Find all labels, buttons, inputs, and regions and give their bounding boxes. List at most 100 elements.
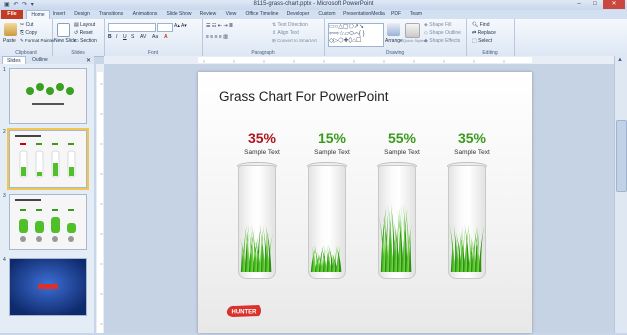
section-label: Section xyxy=(80,38,97,44)
convert-smartart-button[interactable]: ⊞ Convert to SmartArt xyxy=(272,38,317,44)
svg-text:HUNTER: HUNTER xyxy=(232,310,258,316)
quick-styles-button[interactable]: Quick Styles xyxy=(403,38,425,43)
font-name-combo[interactable] xyxy=(108,23,156,32)
align-text-button[interactable]: ⇕ Align Text xyxy=(272,30,299,36)
slide-thumbnail-1[interactable] xyxy=(9,68,87,124)
grass-clump-4 xyxy=(449,223,485,272)
tab-animations[interactable]: Animations xyxy=(130,10,160,19)
shapes-gallery[interactable]: ▭○△▢⬠↗↘ ⇦⇨☆▱⬭⌒{ } ◇▷⬡✚⬯⌂☐ xyxy=(328,23,384,47)
tab-review[interactable]: Review xyxy=(198,10,218,19)
reset-button[interactable]: ↺ Reset xyxy=(74,30,93,36)
horizontal-ruler-ticks xyxy=(198,57,532,63)
maximize-button[interactable]: □ xyxy=(587,0,603,9)
close-button[interactable]: ✕ xyxy=(603,0,625,9)
clipboard-group: Paste ✂ Cut ⎘ Copy ✎ Format Painter Clip… xyxy=(0,19,55,56)
format-painter-button[interactable]: ✎ Format Painter xyxy=(20,38,55,44)
font-color-button[interactable]: A xyxy=(164,34,168,40)
tab-insert[interactable]: Insert xyxy=(50,10,68,19)
copy-button[interactable]: ⎘ Copy xyxy=(20,30,37,36)
paste-icon[interactable] xyxy=(4,23,17,36)
shape-fill-button[interactable]: ◈ Shape Fill xyxy=(424,22,451,28)
convert-smartart-label: Convert to SmartArt xyxy=(277,38,317,43)
window-controls: – □ ✕ xyxy=(571,0,625,9)
align-buttons[interactable]: ≡ ≡ ≡ ≡ ▥ xyxy=(206,34,228,40)
thumbnail-3-preview xyxy=(10,195,86,249)
grass-clump-1 xyxy=(239,223,274,272)
tab-outline[interactable]: Outline xyxy=(28,56,52,64)
tab-transitions[interactable]: Transitions xyxy=(96,10,126,19)
italic-button[interactable]: I xyxy=(116,34,117,40)
slides-panel: 1 2 3 4 xyxy=(0,64,94,333)
hunter-logo: HUNTER xyxy=(225,304,263,318)
find-label: Find xyxy=(479,22,490,28)
strikethrough-button[interactable]: S xyxy=(131,34,134,40)
vertical-ruler-ticks xyxy=(97,72,103,333)
slide-thumbnail-4[interactable] xyxy=(9,258,87,316)
grow-font-button[interactable]: A▴ A▾ xyxy=(174,23,187,29)
tab-team[interactable]: Team xyxy=(407,10,425,19)
shape-fill-label: Shape Fill xyxy=(429,22,452,28)
select-button[interactable]: ⬚ Select xyxy=(472,38,492,44)
tab-office-timeline[interactable]: Office Timeline xyxy=(244,10,280,19)
grass-layer xyxy=(239,202,485,272)
shape-outline-label: Shape Outline xyxy=(429,30,461,36)
thumb-number: 4 xyxy=(3,257,6,263)
window-title: 8115-grass-chart.pptx - Microsoft PowerP… xyxy=(253,1,374,7)
scroll-up-arrow-icon[interactable]: ▲ xyxy=(617,57,623,63)
tab-slide-show[interactable]: Slide Show xyxy=(164,10,194,19)
tab-developer[interactable]: Developer xyxy=(284,10,312,19)
editing-group: 🔍︎ Find ⇄ Replace ⬚ Select Editing xyxy=(466,19,515,56)
bold-button[interactable]: B xyxy=(108,34,112,40)
section-button[interactable]: ▭ Section xyxy=(74,38,97,44)
thumb-number: 1 xyxy=(3,67,6,73)
close-panel-icon[interactable]: ✕ xyxy=(86,57,91,64)
replace-label: Replace xyxy=(477,30,496,36)
text-direction-button[interactable]: ⇅ Text Direction xyxy=(272,22,308,28)
grass-blade xyxy=(478,226,485,272)
new-slide-icon[interactable] xyxy=(57,23,70,37)
underline-button[interactable]: U xyxy=(123,34,127,40)
grass-clump-3 xyxy=(378,202,413,272)
reset-label: Reset xyxy=(79,30,93,36)
grass-clump-2 xyxy=(310,244,342,272)
ribbon-tabs-bar xyxy=(0,10,627,19)
slide-thumbnail-3[interactable] xyxy=(9,194,87,250)
tab-design[interactable]: Design xyxy=(71,10,93,19)
replace-button[interactable]: ⇄ Replace xyxy=(472,30,496,36)
thumbnail-2-preview xyxy=(10,131,86,187)
slide[interactable]: Grass Chart For PowerPoint 35% 15% 55% 3… xyxy=(198,72,532,333)
tab-presentationmedia[interactable]: PresentationMedia xyxy=(342,10,386,19)
cut-button[interactable]: ✂ Cut xyxy=(20,22,33,28)
vertical-scrollbar[interactable] xyxy=(614,56,627,333)
arrange-icon[interactable] xyxy=(387,23,400,36)
slide-thumbnail-2[interactable] xyxy=(7,128,89,190)
text-direction-label: Text Direction xyxy=(277,22,308,28)
shape-outline-button[interactable]: ◇ Shape Outline xyxy=(424,30,461,36)
copy-label: Copy xyxy=(25,30,38,36)
find-button[interactable]: 🔍︎ Find xyxy=(472,22,489,28)
quick-styles-icon[interactable] xyxy=(405,23,420,38)
font-size-combo[interactable] xyxy=(157,23,173,32)
thumb-number: 3 xyxy=(3,193,6,199)
layout-label: Layout xyxy=(80,22,96,28)
char-spacing-button[interactable]: AV xyxy=(140,34,146,40)
tab-custom[interactable]: Custom xyxy=(316,10,338,19)
minimize-button[interactable]: – xyxy=(571,0,587,9)
change-case-button[interactable]: Aa xyxy=(152,34,158,40)
tab-home[interactable]: Home xyxy=(26,10,50,19)
drawing-group: ▭○△▢⬠↗↘ ⇦⇨☆▱⬭⌒{ } ◇▷⬡✚⬯⌂☐ Arrange Quick St… xyxy=(324,19,467,56)
arrange-button[interactable]: Arrange xyxy=(385,38,403,44)
tab-pdf[interactable]: PDF xyxy=(389,10,403,19)
tab-file[interactable]: File xyxy=(1,10,23,19)
logo-mark: HUNTER xyxy=(226,305,261,317)
cut-label: Cut xyxy=(25,22,34,28)
layout-button[interactable]: ▤ Layout xyxy=(74,22,95,28)
bullets-button[interactable]: ☰ ☷ ⇤ ⇥ ≣ xyxy=(206,23,233,29)
scrollbar-thumb[interactable] xyxy=(616,120,627,192)
shape-effects-button[interactable]: ◆ Shape Effects xyxy=(424,38,460,44)
tab-view[interactable]: View xyxy=(222,10,240,19)
paste-button[interactable]: Paste xyxy=(3,38,16,44)
format-painter-label: Format Painter xyxy=(25,38,55,43)
select-label: Select xyxy=(478,38,493,44)
align-text-label: Align Text xyxy=(277,30,299,36)
